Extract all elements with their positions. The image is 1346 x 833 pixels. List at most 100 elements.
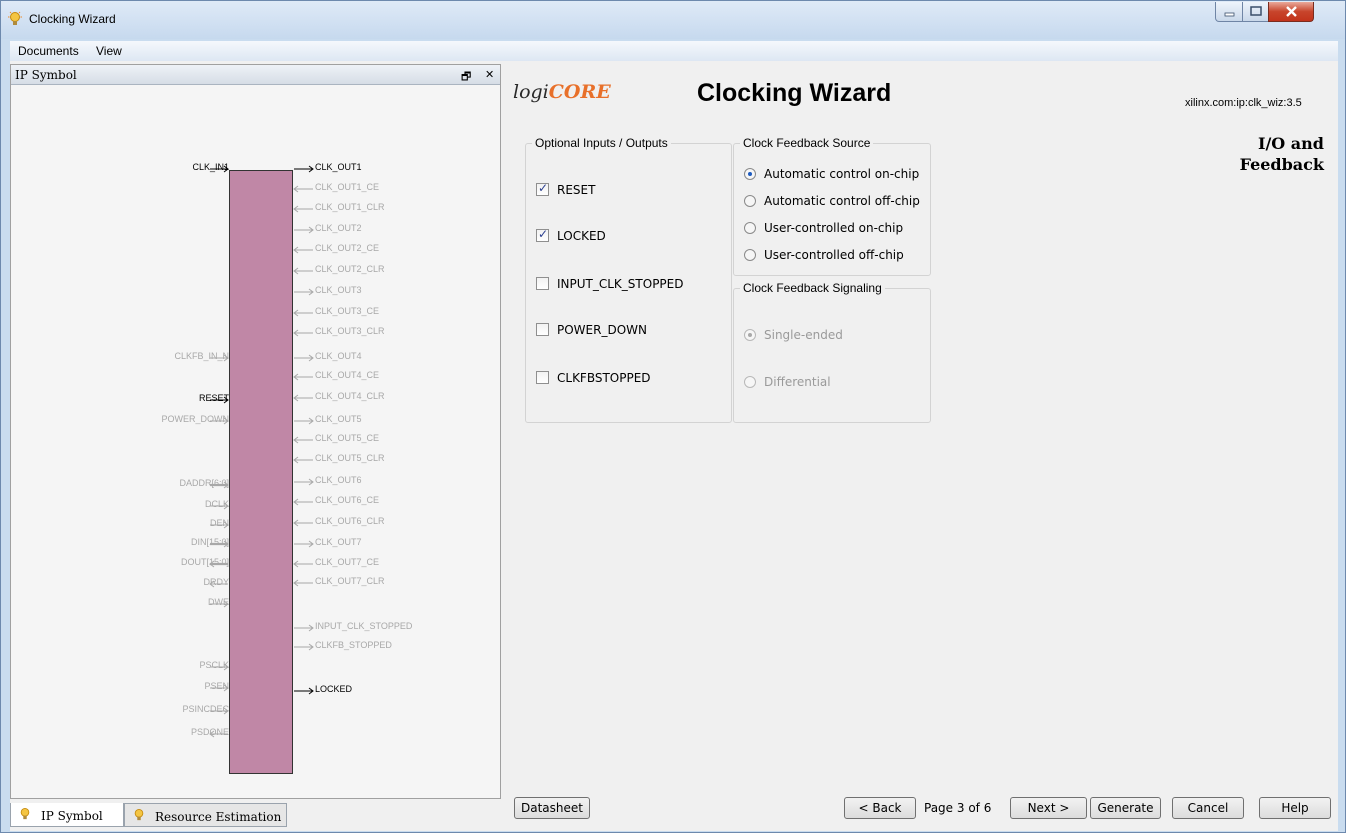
maximize-button[interactable] [1242, 2, 1269, 22]
maximize-icon [1250, 6, 1262, 16]
pin-label: CLK_OUT5 [315, 414, 362, 424]
pin-label: INPUT_CLK_STOPPED [315, 621, 413, 631]
radio-button[interactable] [744, 222, 756, 234]
pin-label: CLK_OUT7_CLR [315, 576, 385, 586]
feedback-signaling-group: Clock Feedback Signaling Single-ended Dif… [733, 281, 931, 423]
pin-label: LOCKED [315, 684, 353, 694]
pin-label: CLK_OUT1_CLR [315, 202, 385, 212]
radio-button[interactable] [744, 249, 756, 261]
ip-block [229, 170, 293, 774]
clocking-wizard-window: Clocking Wizard Documents View IP Symbol… [0, 0, 1346, 833]
panel-title: IP Symbol [15, 68, 77, 82]
lightbulb-icon [8, 11, 22, 25]
datasheet-button[interactable]: Datasheet [514, 797, 590, 819]
pin-label: CLK_OUT3_CE [315, 306, 380, 316]
radio-button[interactable] [744, 195, 756, 207]
group-title: Optional Inputs / Outputs [532, 136, 671, 150]
menu-view[interactable]: View [96, 44, 122, 58]
logicore-logo: logiCORE [513, 81, 611, 103]
tab-label: IP Symbol [41, 809, 103, 823]
pin-label: CLK_OUT1 [315, 162, 362, 172]
pin-label: CLK_OUT4 [315, 351, 362, 361]
pin-label: CLK_OUT1_CE [315, 182, 380, 192]
checkbox-label: POWER_DOWN [557, 323, 647, 337]
wizard-client-area: IP Symbol 🗗 ✕ CLK_IN1 CLKFB_IN_N RESET POWE… [10, 61, 1338, 831]
checkbox-box[interactable] [536, 323, 549, 336]
radio-label: User-controlled off-chip [764, 248, 904, 262]
pin-label: CLK_OUT5_CE [315, 433, 380, 443]
pin-label: CLK_OUT6_CLR [315, 516, 385, 526]
pin-label: CLK_OUT4_CE [315, 370, 380, 380]
radio-label: Differential [764, 375, 831, 389]
pin-label: CLK_OUT2_CE [315, 243, 380, 253]
radio-button[interactable] [744, 168, 756, 180]
pin-label: CLKFB_IN_N [174, 351, 229, 361]
cancel-button[interactable]: Cancel [1172, 797, 1244, 819]
ip-symbol-panel: IP Symbol 🗗 ✕ CLK_IN1 CLKFB_IN_N RESET POWE… [10, 64, 501, 799]
pin-label: PSDONE [190, 727, 229, 737]
radio-label: Single-ended [764, 328, 843, 342]
pin-label: CLK_IN1 [192, 162, 229, 172]
radio-label: Automatic control off-chip [764, 194, 920, 208]
pin-label: CLK_OUT7 [315, 537, 362, 547]
optional-io-group: Optional Inputs / Outputs RESET LOCKED INP… [525, 136, 732, 423]
pin-label: CLK_OUT3 [315, 285, 362, 295]
pin-label: CLK_OUT6 [315, 475, 362, 485]
window-title: Clocking Wizard [29, 12, 116, 26]
title-bar[interactable]: Clocking Wizard [1, 1, 1345, 39]
pin-label: DIN[15:0] [190, 537, 229, 547]
tab-label: Resource Estimation [155, 810, 282, 824]
ip-symbol-diagram: CLK_IN1 CLKFB_IN_N RESET POWER_DOWN DADDR[6:… [11, 86, 500, 798]
pin-label: PSINCDEC [182, 704, 229, 714]
pin-label: CLKFB_STOPPED [315, 640, 392, 650]
close-icon [1286, 6, 1297, 17]
radio-label: User-controlled on-chip [764, 221, 904, 235]
minimize-icon [1224, 12, 1235, 17]
feedback-source-group: Clock Feedback Source Automatic control … [733, 136, 931, 276]
back-button[interactable]: < Back [844, 797, 916, 819]
checkbox-box[interactable] [536, 227, 549, 242]
checkbox-label: LOCKED [557, 229, 606, 243]
pin-label: DCLK [204, 499, 229, 509]
checkbox-box[interactable] [536, 277, 549, 290]
pin-label: RESET [198, 393, 229, 403]
pin-label: DWE [208, 597, 229, 607]
ip-identifier: xilinx.com:ip:clk_wiz:3.5 [1185, 97, 1302, 109]
pin-label: DRDY [203, 577, 229, 587]
radio-label: Automatic control on-chip [764, 167, 920, 181]
pin-label: CLK_OUT4_CLR [315, 391, 385, 401]
radio-button [744, 329, 756, 341]
checkbox-box[interactable] [536, 181, 549, 196]
tab-ip-symbol[interactable]: IP Symbol [10, 803, 124, 827]
help-button[interactable]: Help [1259, 797, 1331, 819]
lightbulb-icon [134, 808, 144, 821]
panel-tabs: IP Symbol Resource Estimation [10, 803, 501, 827]
page-title: I/O and Feedback [1174, 133, 1324, 175]
tab-resource-estimation[interactable]: Resource Estimation [124, 803, 287, 827]
wizard-title: Clocking Wizard [697, 79, 892, 107]
minimize-button[interactable] [1215, 2, 1243, 22]
page-indicator: Page 3 of 6 [924, 801, 992, 815]
menu-bar: Documents View [10, 41, 1338, 61]
restore-icon[interactable]: 🗗 [461, 68, 471, 87]
pin-label: DADDR[6:0] [179, 478, 229, 488]
pin-label: CLK_OUT3_CLR [315, 326, 385, 336]
pin-label: DEN [209, 518, 229, 528]
generate-button[interactable]: Generate [1090, 797, 1161, 819]
pin-label: CLK_OUT7_CE [315, 557, 380, 567]
radio-button [744, 376, 756, 388]
pin-label: CLK_OUT5_CLR [315, 453, 385, 463]
panel-header: IP Symbol 🗗 ✕ [11, 65, 500, 85]
checkbox-box[interactable] [536, 371, 549, 384]
page-title-line2: Feedback [1239, 155, 1324, 174]
pin-label: PSEN [204, 681, 229, 691]
close-icon[interactable]: ✕ [485, 68, 494, 81]
page-title-line1: I/O and [1257, 134, 1324, 153]
close-window-button[interactable] [1268, 2, 1314, 22]
next-button[interactable]: Next > [1010, 797, 1087, 819]
checkbox-label: INPUT_CLK_STOPPED [557, 277, 684, 291]
menu-documents[interactable]: Documents [18, 44, 79, 58]
pin-label: CLK_OUT2 [315, 223, 362, 233]
group-title: Clock Feedback Source [740, 136, 874, 150]
pin-label: POWER_DOWN [161, 414, 230, 424]
